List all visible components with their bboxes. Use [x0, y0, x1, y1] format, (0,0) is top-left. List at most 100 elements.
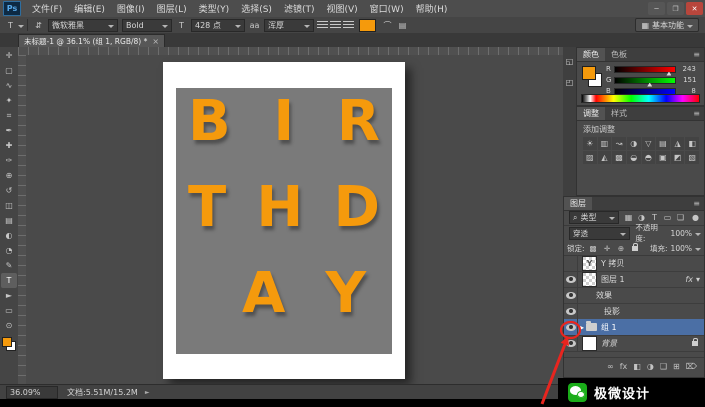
add-layer-mask-icon[interactable]: ◧: [633, 362, 641, 371]
shape-tool[interactable]: ▭: [1, 303, 17, 318]
slider-thumb[interactable]: [647, 83, 652, 87]
layer-row-drop-shadow[interactable]: 投影: [564, 303, 704, 320]
red-slider[interactable]: [614, 66, 676, 73]
document-page[interactable]: BIR THD AY: [163, 62, 405, 379]
anti-alias-select[interactable]: 浑厚: [264, 19, 314, 32]
lock-all-icon[interactable]: [632, 246, 638, 251]
move-tool[interactable]: ✛: [1, 48, 17, 63]
filter-smart-object-icon[interactable]: ❏: [675, 213, 686, 222]
eye-icon[interactable]: [566, 276, 576, 283]
eye-icon[interactable]: [566, 340, 576, 347]
pen-tool[interactable]: ✎: [1, 258, 17, 273]
adjustment-icon-10[interactable]: ◭: [598, 151, 612, 164]
workspace-switcher[interactable]: ▦ 基本功能: [635, 18, 699, 32]
drop-shadow-label[interactable]: 投影: [604, 306, 620, 317]
filter-pixel-icon[interactable]: ▦: [623, 213, 634, 222]
text-color-swatch[interactable]: [359, 19, 376, 32]
layer-row-y-copy[interactable]: Y Y 拷贝: [564, 255, 704, 272]
green-slider[interactable]: [614, 77, 676, 84]
type-tool[interactable]: T: [1, 273, 17, 288]
filter-adjustment-icon[interactable]: ◑: [636, 213, 647, 222]
menu-item-filter[interactable]: 滤镜(T): [278, 2, 321, 15]
adjustment-icon-5[interactable]: ▽: [642, 137, 656, 150]
effects-label[interactable]: 效果: [596, 290, 612, 301]
link-layers-icon[interactable]: ∞: [607, 362, 614, 371]
new-adjustment-layer-icon[interactable]: ◑: [647, 362, 654, 371]
visibility-toggle[interactable]: [564, 319, 578, 335]
layer-thumbnail[interactable]: Y: [582, 256, 597, 271]
align-center-icon[interactable]: [330, 21, 341, 30]
layer-name[interactable]: Y 拷贝: [601, 258, 624, 269]
fx-icon[interactable]: fx: [685, 275, 693, 284]
menu-item-file[interactable]: 文件(F): [26, 2, 68, 15]
channel-value[interactable]: 151: [679, 76, 696, 84]
lock-pixels-icon[interactable]: ✛: [602, 244, 613, 253]
eye-icon[interactable]: [566, 324, 576, 331]
path-selection-tool[interactable]: ►: [1, 288, 17, 303]
fill-value[interactable]: 100%: [671, 244, 692, 253]
lock-transparency-icon[interactable]: ▩: [588, 244, 599, 253]
close-icon[interactable]: ✕: [686, 2, 703, 15]
adjustment-icon-1[interactable]: ☀: [583, 137, 597, 150]
font-size-select[interactable]: 428 点: [191, 19, 245, 32]
visibility-toggle[interactable]: [564, 255, 578, 271]
layer-name[interactable]: 背景: [601, 338, 617, 349]
visibility-toggle[interactable]: [564, 303, 578, 319]
adjustment-icon-8[interactable]: ◧: [685, 137, 699, 150]
zoom-level-field[interactable]: 36.09%: [6, 386, 58, 399]
layer-thumbnail[interactable]: [582, 336, 597, 351]
adjustment-icon-6[interactable]: ▤: [656, 137, 670, 150]
new-group-icon[interactable]: ❑: [660, 362, 667, 371]
minimize-icon[interactable]: ─: [648, 2, 665, 15]
lock-position-icon[interactable]: ⊕: [616, 244, 627, 253]
font-style-select[interactable]: Bold: [122, 19, 172, 32]
panel-menu-icon[interactable]: ≡: [689, 199, 704, 208]
history-brush-tool[interactable]: ↺: [1, 183, 17, 198]
visibility-toggle[interactable]: [564, 287, 578, 303]
layer-name[interactable]: 组 1: [601, 322, 617, 333]
layer-row-layer1[interactable]: 图层 1 fx ▾: [564, 271, 704, 288]
delete-layer-icon[interactable]: ⌦: [686, 362, 697, 371]
brush-tool[interactable]: ✑: [1, 153, 17, 168]
eraser-tool[interactable]: ◫: [1, 198, 17, 213]
font-family-select[interactable]: 微软雅黑: [48, 19, 118, 32]
zoom-tool[interactable]: ⊙: [1, 318, 17, 333]
menu-item-image[interactable]: 图像(I): [111, 2, 151, 15]
text-orientation-icon[interactable]: ⇵: [32, 21, 45, 30]
adjustment-icon-2[interactable]: ▥: [598, 137, 612, 150]
menu-item-window[interactable]: 窗口(W): [364, 2, 410, 15]
adjustment-icon-11[interactable]: ▩: [612, 151, 626, 164]
layer-row-effects[interactable]: 效果: [564, 287, 704, 304]
visibility-toggle[interactable]: [564, 271, 578, 287]
tab-color[interactable]: 颜色: [577, 48, 605, 61]
menu-item-select[interactable]: 选择(S): [235, 2, 278, 15]
foreground-color-swatch[interactable]: [2, 337, 12, 347]
group-expander-icon[interactable]: ▸: [580, 323, 584, 332]
collapse-effects-icon[interactable]: ▾: [696, 275, 700, 284]
layer-effects-badge[interactable]: fx ▾: [685, 275, 700, 284]
adjustment-icon-16[interactable]: ▧: [685, 151, 699, 164]
dodge-tool[interactable]: ◔: [1, 243, 17, 258]
canvas-area[interactable]: BIR THD AY: [26, 55, 563, 385]
quick-selection-tool[interactable]: ✦: [1, 93, 17, 108]
adjustment-icon-9[interactable]: ▨: [583, 151, 597, 164]
toggle-panels-icon[interactable]: ▤: [396, 21, 409, 30]
eyedropper-tool[interactable]: ✒: [1, 123, 17, 138]
close-tab-icon[interactable]: ×: [152, 37, 159, 46]
tab-swatches[interactable]: 色板: [605, 48, 633, 61]
color-spectrum-bar[interactable]: [581, 94, 700, 103]
layer-thumbnail[interactable]: [582, 272, 597, 287]
tab-layers[interactable]: 图层: [564, 197, 592, 210]
panel-menu-icon[interactable]: ≡: [689, 109, 704, 118]
healing-brush-tool[interactable]: ✚: [1, 138, 17, 153]
layer-name[interactable]: 图层 1: [601, 274, 625, 285]
opacity-value[interactable]: 100%: [671, 229, 692, 238]
gradient-tool[interactable]: ▤: [1, 213, 17, 228]
tool-preset-icon[interactable]: T: [4, 21, 17, 30]
clone-stamp-tool[interactable]: ⊕: [1, 168, 17, 183]
maximize-icon[interactable]: ❐: [667, 2, 684, 15]
crop-tool[interactable]: ⌗: [1, 108, 17, 123]
tab-adjustments[interactable]: 调整: [577, 107, 605, 120]
eye-icon[interactable]: [566, 292, 576, 299]
visibility-toggle[interactable]: [564, 335, 578, 351]
